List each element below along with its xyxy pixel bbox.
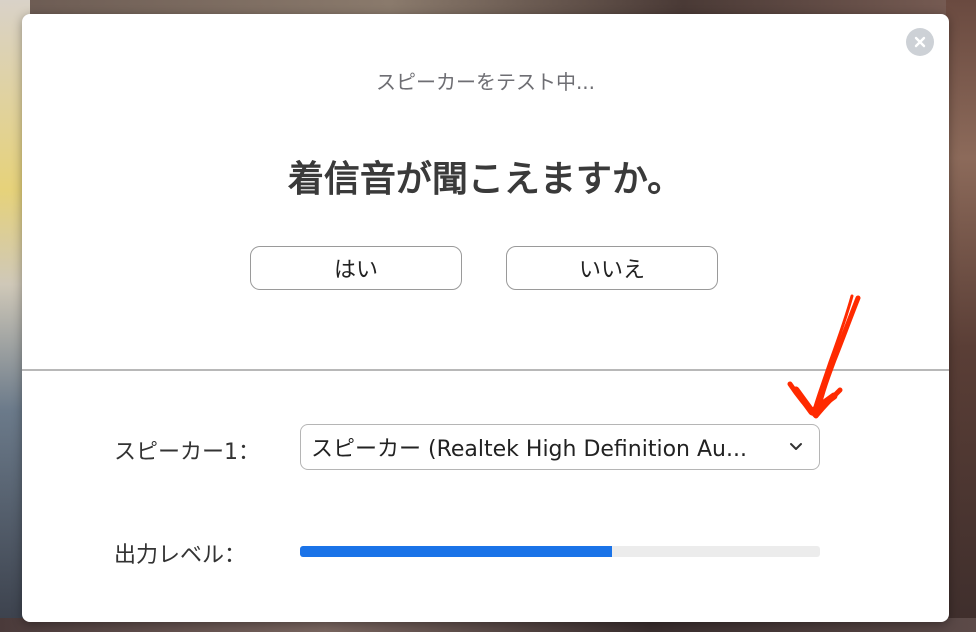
speaker-label: スピーカー1： [114, 440, 260, 465]
chevron-down-icon [787, 438, 805, 456]
output-level-label: 出力レベル： [114, 543, 247, 568]
output-level-fill [300, 546, 612, 557]
yes-button[interactable]: はい [250, 246, 462, 290]
output-level-meter [300, 546, 820, 557]
speaker-select-value: スピーカー (Realtek High Definition Au... [311, 437, 747, 462]
close-icon [914, 36, 926, 48]
divider [22, 369, 949, 371]
speaker-test-dialog: スピーカーをテスト中... 着信音が聞こえますか。 はい いいえ スピーカー1：… [22, 14, 949, 622]
no-button[interactable]: いいえ [506, 246, 718, 290]
dialog-headline: 着信音が聞こえますか。 [287, 159, 684, 200]
speaker-select[interactable]: スピーカー (Realtek High Definition Au... [300, 424, 820, 470]
close-button[interactable] [906, 28, 934, 56]
dialog-subtitle: スピーカーをテスト中... [375, 70, 596, 94]
